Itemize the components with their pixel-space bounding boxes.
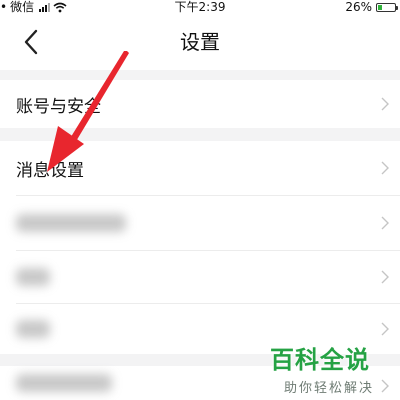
section-gap [0,70,400,80]
blurred-label [16,268,50,286]
battery-fill [378,4,382,10]
chevron-right-icon [381,161,389,175]
back-button[interactable] [14,24,50,60]
chevron-right-icon [381,322,389,336]
chevron-right-icon [381,97,389,111]
watermark-logo: 百科全说 助你轻松解决 [270,340,398,396]
chevron-right-icon [381,270,389,284]
status-right: 26% [345,0,398,14]
chevron-right-icon [381,216,389,230]
settings-item-label: 消息设置 [16,160,84,181]
battery-icon [376,2,398,12]
settings-item-account-security[interactable]: 账号与安全 [0,80,400,128]
watermark-subtitle: 助你轻松解决 [284,381,375,396]
settings-item-message-settings[interactable]: 消息设置 [0,141,400,195]
blurred-label [16,214,126,232]
settings-item-blurred[interactable] [0,251,400,303]
blurred-label [16,374,112,392]
chevron-left-icon [24,29,38,55]
blurred-label [16,320,50,338]
nav-bar: 设置 [0,14,400,70]
settings-item-blurred[interactable] [0,196,400,250]
status-bar: • 微信 下午2:39 26% [0,0,400,14]
settings-item-label: 账号与安全 [16,96,101,117]
page-title: 设置 [180,30,220,54]
watermark-title: 百科全说 [270,346,370,374]
status-time: 下午2:39 [174,0,226,14]
battery-percent: 26% [345,0,372,14]
section-gap [0,128,400,141]
